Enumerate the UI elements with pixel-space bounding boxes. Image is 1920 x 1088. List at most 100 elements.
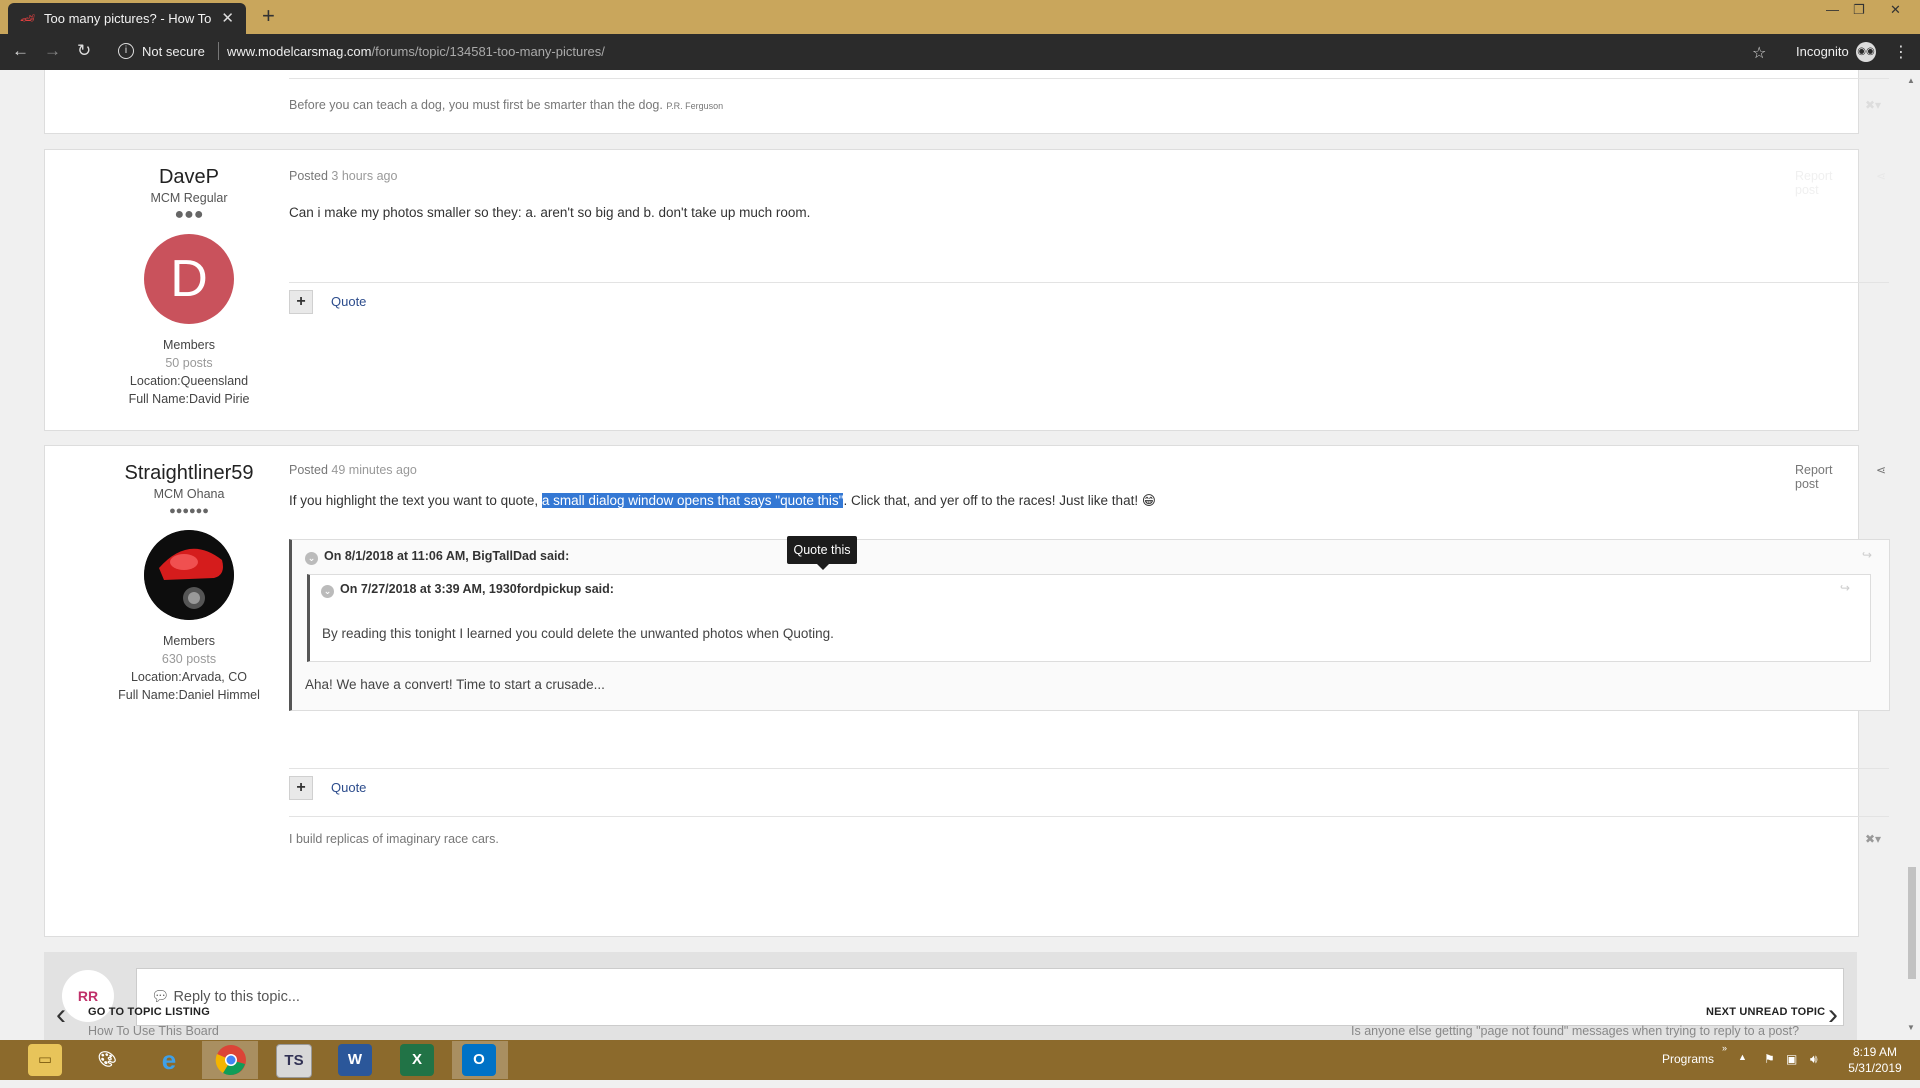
toolbar-expand-icon[interactable]: » xyxy=(1722,1043,1727,1053)
incognito-icon[interactable]: ◉◉ xyxy=(1856,42,1876,62)
quote-header[interactable]: ⌄ On 7/27/2018 at 3:39 AM, 1930fordpickup… xyxy=(321,582,614,598)
windows-taskbar: ▭ 🎨︎ e TS W X O Programs » ▲ ⚑ ▣ 🔊︎ 8:19… xyxy=(0,1040,1920,1080)
chevron-left-icon[interactable]: ‹ xyxy=(56,998,66,1032)
tray-expand-icon[interactable]: ▲ xyxy=(1738,1052,1747,1062)
selected-text[interactable]: a small dialog window opens that says "q… xyxy=(541,493,844,508)
signature-text: Before you can teach a dog, you must fir… xyxy=(289,98,663,112)
forward-icon[interactable]: → xyxy=(44,42,61,60)
posted-prefix: Posted xyxy=(289,463,328,477)
author-post-count: 50 posts xyxy=(165,356,213,370)
scroll-up-icon[interactable]: ▲ xyxy=(1907,76,1915,85)
collapse-chevron-icon[interactable]: ⌄ xyxy=(305,552,318,565)
quote-link[interactable]: Quote xyxy=(331,294,366,309)
address-bar[interactable]: i Not secure www.modelcarsmag.com/forums… xyxy=(110,39,1760,65)
scroll-down-icon[interactable]: ▼ xyxy=(1907,1023,1915,1032)
signature-text: I build replicas of imaginary race cars. xyxy=(289,832,499,846)
browser-menu-icon[interactable]: ⋮ xyxy=(1893,42,1909,62)
new-tab-button[interactable]: + xyxy=(262,3,275,29)
reload-icon[interactable]: ↻ xyxy=(77,42,91,60)
browser-tab[interactable]: 🏎 Too many pictures? - How To Use ✕ xyxy=(8,3,246,34)
author-location: Location:Arvada, CO xyxy=(130,670,248,684)
topic-listing-subtitle[interactable]: How To Use This Board xyxy=(88,1024,219,1038)
report-post-link[interactable]: Report post xyxy=(1795,169,1858,197)
tab-title: Too many pictures? - How To Use xyxy=(44,11,216,26)
rank-pips: ●●●●●● xyxy=(169,505,209,517)
outlook-icon[interactable]: O xyxy=(462,1044,496,1076)
internet-explorer-icon[interactable]: e xyxy=(152,1044,186,1076)
signature-options-icon[interactable]: ✖▾ xyxy=(1865,98,1881,112)
clock-date: 5/31/2019 xyxy=(1848,1061,1902,1075)
teamspeak-icon[interactable]: TS xyxy=(276,1044,312,1078)
paint-icon[interactable]: 🎨︎ xyxy=(90,1044,124,1076)
collapse-chevron-icon[interactable]: ⌄ xyxy=(321,585,334,598)
share-icon[interactable]: ⋖ xyxy=(1876,169,1886,183)
system-clock[interactable]: 8:19 AM 5/31/2019 xyxy=(1840,1044,1910,1076)
word-icon[interactable]: W xyxy=(338,1044,372,1076)
post-divider xyxy=(289,768,1889,769)
author-group: Members xyxy=(162,338,216,352)
posted-ago[interactable]: 3 hours ago xyxy=(331,169,397,183)
quote-link-icon[interactable]: ↪ xyxy=(1862,548,1872,562)
next-unread-link[interactable]: NEXT UNREAD TOPIC xyxy=(1706,1006,1825,1018)
close-window-icon[interactable]: ✕ xyxy=(1890,2,1901,18)
post-divider xyxy=(289,282,1889,283)
avatar[interactable] xyxy=(144,530,234,620)
forum-post: Straightliner59 MCM Ohana ●●●●●● Members… xyxy=(44,445,1890,937)
quote-this-tooltip[interactable]: Quote this xyxy=(787,536,857,570)
volume-icon[interactable]: 🔊︎ xyxy=(1810,1052,1818,1067)
action-center-flag-icon[interactable]: ⚑ xyxy=(1764,1052,1775,1066)
helmet-photo-icon xyxy=(144,530,234,620)
restore-icon[interactable]: ❐ xyxy=(1853,2,1865,18)
excel-icon[interactable]: X xyxy=(400,1044,434,1076)
forum-page: Before you can teach a dog, you must fir… xyxy=(0,70,1902,1040)
previous-post-card: Before you can teach a dog, you must fir… xyxy=(44,70,1889,134)
author-name[interactable]: DaveP xyxy=(89,166,289,189)
close-tab-icon[interactable]: ✕ xyxy=(221,9,234,27)
author-rank: MCM Regular xyxy=(150,191,228,205)
browser-toolbar: ← → ↻ i Not secure www.modelcarsmag.com/… xyxy=(0,34,1920,70)
author-full-name: Full Name:David Pirie xyxy=(128,392,250,406)
programs-toolbar[interactable]: Programs xyxy=(1662,1052,1714,1066)
network-icon[interactable]: ▣ xyxy=(1786,1052,1797,1066)
avatar[interactable]: D xyxy=(144,234,234,324)
author-post-count: 630 posts xyxy=(161,652,217,666)
multiquote-button[interactable]: + xyxy=(289,776,313,800)
info-icon[interactable]: i xyxy=(118,43,134,59)
quote-citation: On 8/1/2018 at 11:06 AM, BigTallDad said… xyxy=(324,549,570,563)
bookmark-star-icon[interactable]: ☆ xyxy=(1752,43,1766,63)
quote-text: By reading this tonight I learned you co… xyxy=(322,626,834,641)
quote-link-icon[interactable]: ↪ xyxy=(1840,581,1850,595)
file-explorer-icon[interactable]: ▭ xyxy=(28,1044,62,1076)
reply-editor[interactable]: 💬︎ Reply to this topic... xyxy=(136,968,1844,1026)
quote-citation: On 7/27/2018 at 3:39 AM, 1930fordpickup … xyxy=(340,582,614,596)
author-rank: MCM Ohana xyxy=(153,487,225,501)
post-body: Can i make my photos smaller so they: a.… xyxy=(289,205,811,220)
post-body: If you highlight the text you want to qu… xyxy=(289,493,1156,509)
scroll-thumb[interactable] xyxy=(1908,867,1916,979)
page-scrollbar[interactable]: ▲ ▼ xyxy=(1902,70,1920,1040)
clock-time: 8:19 AM xyxy=(1852,1045,1898,1059)
report-post-link[interactable]: Report post xyxy=(1795,463,1858,491)
signature-options-icon[interactable]: ✖▾ xyxy=(1865,832,1881,846)
share-icon[interactable]: ⋖ xyxy=(1876,463,1886,477)
minimize-icon[interactable]: — xyxy=(1826,2,1839,17)
posted-ago[interactable]: 49 minutes ago xyxy=(331,463,416,477)
reply-placeholder-text: Reply to this topic... xyxy=(173,989,300,1005)
quote-link[interactable]: Quote xyxy=(331,780,366,795)
post-signature: Before you can teach a dog, you must fir… xyxy=(289,98,723,112)
back-icon[interactable]: ← xyxy=(12,42,29,60)
chrome-icon[interactable] xyxy=(214,1044,248,1076)
nested-quote-block: ⌄ On 7/27/2018 at 3:39 AM, 1930fordpickup… xyxy=(307,574,1871,662)
author-location: Location:Queensland xyxy=(129,374,249,388)
quote-text: Aha! We have a convert! Time to start a … xyxy=(305,677,605,692)
comment-icon: 💬︎ xyxy=(151,989,174,1005)
tab-strip: 🏎 Too many pictures? - How To Use ✕ + — … xyxy=(0,0,1920,34)
url-text[interactable]: www.modelcarsmag.com/forums/topic/134581… xyxy=(227,44,605,59)
author-name[interactable]: Straightliner59 xyxy=(89,462,289,485)
chevron-right-icon[interactable]: › xyxy=(1828,998,1838,1032)
multiquote-button[interactable]: + xyxy=(289,290,313,314)
next-unread-subtitle[interactable]: Is anyone else getting "page not found" … xyxy=(1351,1024,1799,1038)
quote-header[interactable]: ⌄ On 8/1/2018 at 11:06 AM, BigTallDad sai… xyxy=(305,549,569,565)
author-panel: Straightliner59 MCM Ohana ●●●●●● Members… xyxy=(89,462,289,704)
topic-listing-link[interactable]: GO TO TOPIC LISTING xyxy=(88,1006,210,1018)
